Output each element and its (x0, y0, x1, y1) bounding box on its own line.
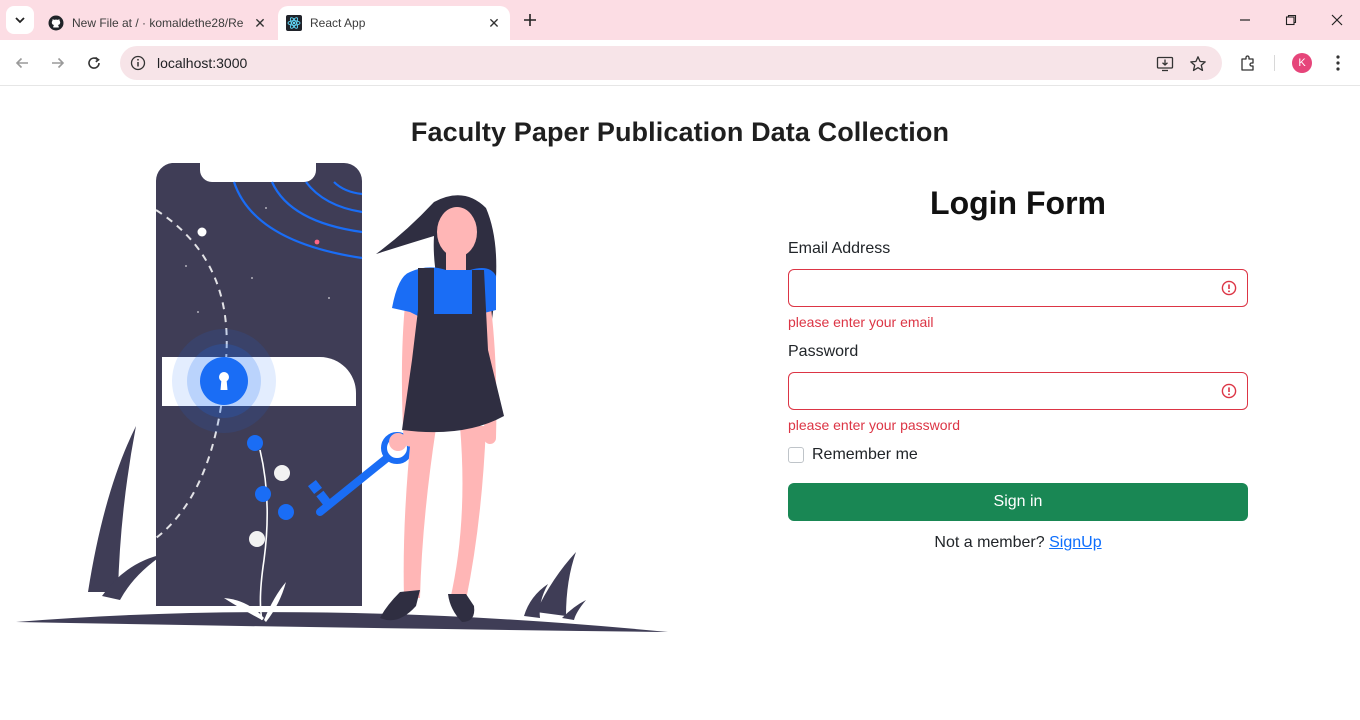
minimize-icon (1240, 19, 1250, 21)
new-tab-button[interactable] (520, 10, 540, 30)
tab-react-app[interactable]: React App ✕ (278, 6, 510, 40)
chevron-down-icon (15, 17, 25, 24)
email-field (788, 269, 1248, 307)
back-button[interactable] (10, 51, 34, 75)
forward-button[interactable] (46, 51, 70, 75)
arrow-right-icon (52, 57, 65, 69)
address-bar[interactable]: localhost:3000 (120, 46, 1222, 80)
close-window-button[interactable] (1321, 6, 1353, 34)
woman-graphic (376, 195, 504, 622)
react-icon (286, 15, 302, 31)
url-text: localhost:3000 (157, 55, 248, 71)
toolbar-divider (1274, 55, 1275, 71)
reload-icon (88, 56, 100, 69)
bookmark-button[interactable] (1188, 54, 1208, 74)
signup-prompt: Not a member? SignUp (788, 534, 1248, 552)
tab-title: New File at / · komaldethe28/Re (72, 16, 244, 30)
install-app-button[interactable] (1155, 54, 1175, 74)
restore-icon (1285, 14, 1297, 26)
extensions-button[interactable] (1236, 51, 1260, 75)
more-vertical-icon (1336, 55, 1340, 71)
install-icon (1156, 56, 1174, 72)
minimize-button[interactable] (1229, 6, 1261, 34)
tab-close-icon[interactable]: ✕ (250, 13, 270, 33)
profile-avatar[interactable]: K (1292, 53, 1312, 73)
error-icon (1221, 383, 1237, 399)
tab-github-new-file[interactable]: New File at / · komaldethe28/Re ✕ (40, 6, 276, 40)
phone-graphic (155, 163, 363, 622)
plus-icon (524, 14, 536, 26)
remember-me-checkbox[interactable] (788, 447, 804, 463)
signup-prompt-text: Not a member? (934, 534, 1045, 551)
site-info-icon[interactable] (130, 55, 146, 71)
sign-in-button[interactable]: Sign in (788, 483, 1248, 521)
arrow-left-icon (15, 57, 28, 69)
star-icon (1190, 56, 1206, 72)
tab-title: React App (310, 16, 366, 30)
form-title: Login Form (930, 185, 1106, 221)
signup-link[interactable]: SignUp (1049, 534, 1101, 551)
remember-me-label[interactable]: Remember me (812, 446, 918, 464)
login-illustration (16, 163, 668, 632)
close-icon (1331, 14, 1343, 26)
tab-search-button[interactable] (6, 6, 34, 34)
error-icon (1221, 280, 1237, 296)
browser-toolbar: localhost:3000 (0, 40, 1360, 86)
password-input[interactable] (789, 373, 1209, 409)
email-label: Email Address (788, 240, 891, 257)
tab-close-icon[interactable]: ✕ (484, 13, 504, 33)
password-error-message: please enter your password (788, 417, 960, 433)
restore-button[interactable] (1275, 6, 1307, 34)
puzzle-icon (1241, 55, 1254, 71)
browser-tabstrip: New File at / · komaldethe28/Re ✕ React … (0, 0, 1360, 40)
email-error-message: please enter your email (788, 314, 934, 330)
password-field (788, 372, 1248, 410)
reload-button[interactable] (82, 51, 106, 75)
password-label: Password (788, 343, 859, 360)
page-title: Faculty Paper Publication Data Collectio… (410, 117, 950, 147)
browser-menu-button[interactable] (1326, 51, 1350, 75)
email-input[interactable] (789, 270, 1209, 306)
github-icon (48, 15, 64, 31)
